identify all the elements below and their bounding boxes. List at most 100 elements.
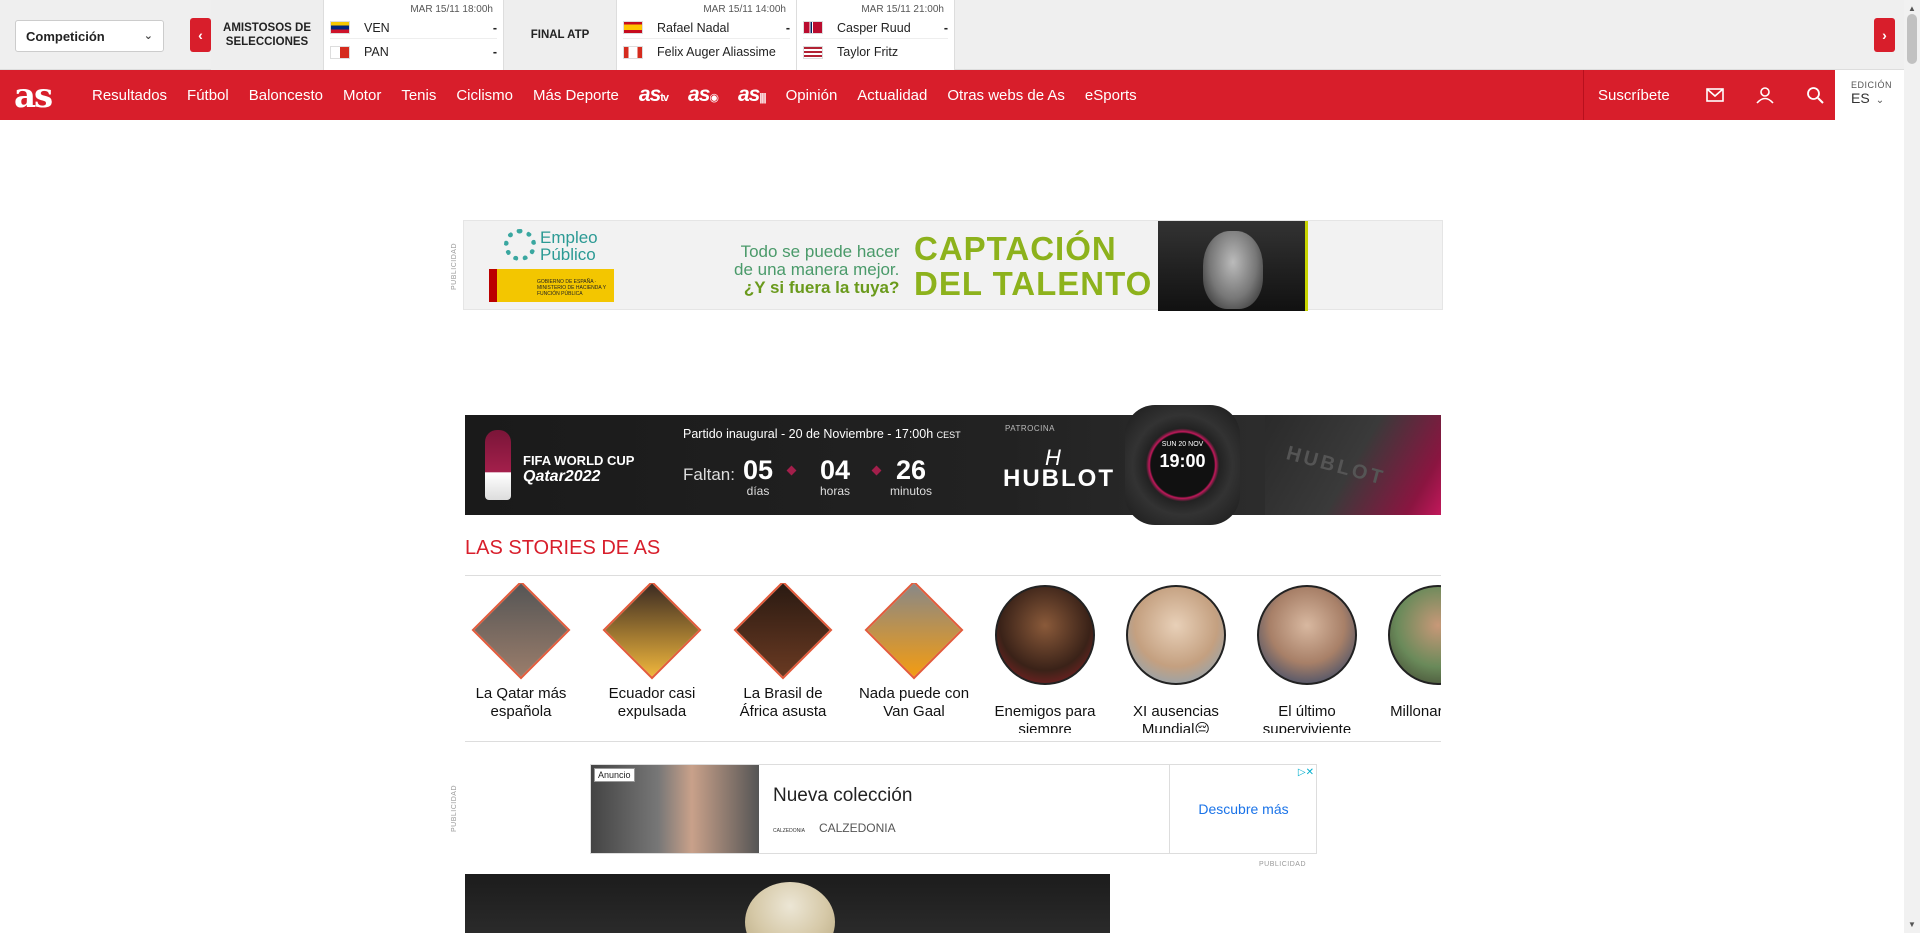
worldcup-logo: FIFA WORLD CUP Qatar2022 (523, 453, 634, 485)
scrollbar-thumb[interactable] (1907, 14, 1917, 64)
scoreboard-prev-button[interactable]: ‹ (190, 18, 211, 52)
story-item[interactable]: Enemigos para siempre (989, 583, 1101, 733)
countdown-days: 05 días (743, 456, 773, 498)
player-photo (745, 882, 835, 933)
page-scrollbar[interactable]: ▲ ▼ (1904, 0, 1920, 933)
story-item[interactable]: La Brasil de África asusta (727, 583, 839, 721)
story-item[interactable]: Nada puede con Van Gaal (858, 583, 970, 721)
nav-item-resultados[interactable]: Resultados (92, 87, 167, 104)
sponsor-name: HUBLOT (1003, 465, 1115, 492)
scroll-up-icon[interactable]: ▲ (1908, 4, 1916, 13)
nav-item-mas-deporte[interactable]: Más Deporte (533, 87, 619, 104)
as-logo[interactable]: as (14, 76, 53, 116)
spain-flag-icon (623, 21, 643, 34)
ad-label: PUBLICIDAD (451, 784, 458, 832)
stories-section-title[interactable]: LAS STORIES DE AS (465, 537, 660, 560)
canada-flag-icon (623, 45, 643, 59)
nav-item-actualidad[interactable]: Actualidad (857, 87, 927, 104)
ad-title[interactable]: Nueva colección (773, 785, 912, 807)
advertisement-native[interactable]: Anuncio Nueva colección CALZEDONIA CALZED… (590, 764, 1317, 854)
story-label: Enemigos para siempre (994, 703, 1096, 733)
user-icon[interactable] (1740, 70, 1790, 120)
lead-article-image[interactable] (465, 874, 1110, 933)
panama-flag-icon (330, 45, 350, 59)
scoreboard-bar: Competición ⌄ ‹ AMISTOSOS DE SELECCIONES… (0, 0, 1904, 70)
story-label: XI ausencias Mundial😔 (1133, 703, 1219, 733)
nav-item-motor[interactable]: Motor (343, 87, 381, 104)
competition-select[interactable]: Competición ⌄ (15, 20, 164, 52)
tagline-line: ¿Y si fuera la tuya? (743, 278, 900, 297)
scroll-down-icon[interactable]: ▼ (1908, 920, 1916, 929)
venezuela-flag-icon (330, 21, 350, 34)
norway-flag-icon (803, 21, 823, 34)
gov-text: GOBIERNO DE ESPAÑA · MINISTERIO DE HACIE… (537, 279, 606, 297)
story-label: Millonar el ska (1390, 703, 1441, 720)
stories-carousel: La Qatar más española Ecuador casi expul… (465, 583, 1441, 733)
ad-label: PUBLICIDAD (1259, 861, 1307, 868)
team-row: Casper Ruud - (803, 17, 948, 39)
ad-logo-line: Público (540, 245, 596, 264)
match-card[interactable]: MAR 15/11 18:00h VEN - PAN - (324, 0, 504, 70)
advertisement-banner[interactable]: Empleo Público GOBIERNO DE ESPAÑA · MINIS… (463, 220, 1443, 311)
ad-brand-logo: CALZEDONIA (773, 828, 805, 834)
nav-item-baloncesto[interactable]: Baloncesto (249, 87, 323, 104)
match-date: MAR 15/11 14:00h (703, 4, 786, 15)
as-tv-logo[interactable]: astv (638, 83, 669, 107)
countdown-minutes: 26 minutos (890, 456, 932, 498)
nav-item-ciclismo[interactable]: Ciclismo (456, 87, 513, 104)
team-row: Rafael Nadal - (623, 17, 790, 39)
story-thumbnail (864, 583, 964, 680)
team-row: Felix Auger Aliassime (623, 41, 790, 63)
ad-headline: CAPTACIÓN DEL TALENTO (914, 231, 1152, 301)
nav-item-esports[interactable]: eSports (1085, 87, 1137, 104)
story-item[interactable]: La Qatar más española (465, 583, 577, 721)
story-item[interactable]: Ecuador casi expulsada (596, 583, 708, 721)
ad-label: PUBLICIDAD (451, 242, 458, 290)
team-score: - (492, 20, 497, 35)
brand-text: as (738, 83, 760, 106)
story-thumbnail (1126, 585, 1226, 685)
story-item[interactable]: XI ausencias Mundial😔 (1120, 583, 1232, 733)
watch-image: SUN 20 NOV 19:00 (1125, 405, 1240, 525)
search-icon[interactable] (1790, 70, 1840, 120)
edition-selector[interactable]: EDICIÓN ES ⌄ (1835, 70, 1904, 120)
edition-label: EDICIÓN (1851, 80, 1893, 90)
ad-logo-text: Empleo Público (540, 229, 598, 263)
player-name: Taylor Fritz (837, 45, 899, 59)
nav-item-futbol[interactable]: Fútbol (187, 87, 229, 104)
nav-item-tenis[interactable]: Tenis (401, 87, 436, 104)
as-audio-logo[interactable]: as||| (738, 83, 767, 107)
adchoices-icon[interactable]: ▷✕ (1298, 767, 1314, 778)
ad-cta-button[interactable]: Descubre más (1169, 765, 1317, 853)
empleo-publico-logo-icon (504, 229, 536, 261)
nav-right-actions: Suscríbete (1583, 70, 1840, 120)
chevron-down-icon: ⌄ (143, 30, 153, 42)
worldcup-countdown-banner[interactable]: FIFA WORLD CUP Qatar2022 Partido inaugur… (465, 405, 1441, 525)
ad-logo-line: Empleo (540, 228, 598, 247)
match-card[interactable]: MAR 15/11 14:00h Rafael Nadal - Felix Au… (617, 0, 797, 70)
government-logo: GOBIERNO DE ESPAÑA · MINISTERIO DE HACIE… (489, 269, 614, 302)
team-row: PAN - (330, 41, 497, 63)
nav-item-opinion[interactable]: Opinión (786, 87, 838, 104)
chevron-down-icon: ⌄ (1875, 95, 1885, 106)
brand-text: as (638, 83, 661, 106)
story-item[interactable]: El último superviviente (1251, 583, 1363, 733)
subscribe-link[interactable]: Suscríbete (1584, 87, 1690, 104)
scoreboard-next-button[interactable]: › (1874, 18, 1895, 52)
main-nav: as Resultados Fútbol Baloncesto Motor Te… (0, 70, 1904, 120)
brand-suffix: tv (660, 92, 669, 104)
team-row: VEN - (330, 17, 497, 39)
story-label: Ecuador casi expulsada (608, 685, 696, 720)
minutes-value: 26 (895, 455, 927, 485)
camera-icon: ◉ (709, 92, 719, 104)
headline-line: DEL TALENTO (914, 265, 1153, 302)
match-card[interactable]: MAR 15/11 21:00h Casper Ruud - Taylor Fr… (797, 0, 955, 70)
as-photo-logo[interactable]: as◉ (688, 83, 719, 107)
story-item[interactable]: Millonar el ska (1382, 583, 1441, 721)
category-label: FINAL ATP (504, 0, 617, 70)
hours-value: 04 (820, 455, 851, 485)
nav-item-otras-webs[interactable]: Otras webs de As (947, 87, 1065, 104)
inaugural-match-info: Partido inaugural - 20 de Noviembre - 17… (683, 427, 961, 441)
match-date: MAR 15/11 21:00h (861, 4, 944, 15)
mail-icon[interactable] (1690, 70, 1740, 120)
